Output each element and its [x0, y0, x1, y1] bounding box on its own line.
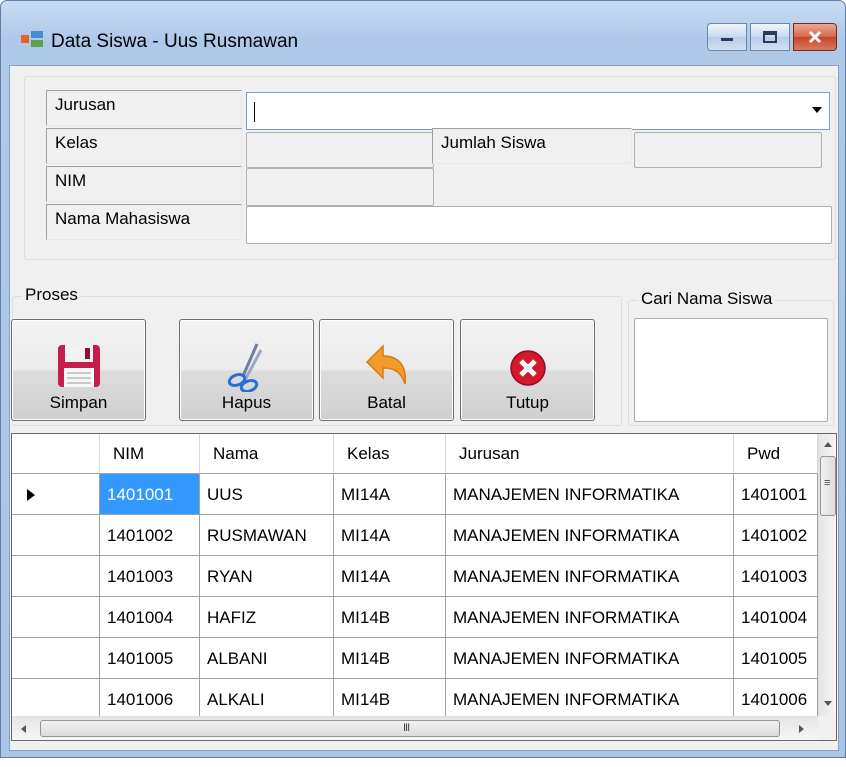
simpan-button[interactable]: Simpan: [11, 319, 146, 421]
cell-nim[interactable]: 1401001: [100, 474, 200, 515]
column-header-kelas[interactable]: Kelas: [334, 434, 446, 474]
table-row[interactable]: 1401002 RUSMAWAN MI14A MANAJEMEN INFORMA…: [12, 515, 818, 556]
cari-nama-input[interactable]: [634, 318, 828, 422]
cell-nim[interactable]: 1401003: [100, 556, 200, 597]
horizontal-grip-icon: III: [403, 722, 410, 734]
close-icon: [808, 30, 822, 44]
cell-nama[interactable]: RYAN: [200, 556, 334, 597]
grid-corner-header: [12, 434, 100, 474]
horizontal-scrollbar[interactable]: III: [12, 716, 818, 740]
scroll-down-icon[interactable]: [823, 700, 833, 708]
app-icon: [21, 31, 43, 47]
row-pointer-icon: [27, 489, 35, 501]
undo-arrow-icon: [365, 344, 406, 385]
row-header[interactable]: [12, 474, 100, 515]
scroll-right-icon[interactable]: [798, 724, 806, 734]
row-header[interactable]: [12, 679, 100, 720]
column-header-nama[interactable]: Nama: [200, 434, 334, 474]
cell-kelas[interactable]: MI14A: [334, 515, 446, 556]
proses-caption: Proses: [22, 285, 81, 305]
cell-pwd[interactable]: 1401006: [734, 679, 818, 720]
vertical-scroll-thumb[interactable]: ≡: [820, 456, 836, 516]
cell-jurusan[interactable]: MANAJEMEN INFORMATIKA: [446, 556, 734, 597]
maximize-button[interactable]: [750, 23, 790, 51]
jumlah-siswa-label: Jumlah Siswa: [432, 128, 632, 164]
simpan-label: Simpan: [49, 393, 108, 412]
cell-kelas[interactable]: MI14A: [334, 474, 446, 515]
vertical-grip-icon: ≡: [824, 477, 831, 489]
nama-mahasiswa-label: Nama Mahasiswa: [46, 204, 242, 240]
table-row[interactable]: 1401003 RYAN MI14A MANAJEMEN INFORMATIKA…: [12, 556, 818, 597]
cell-nim[interactable]: 1401005: [100, 638, 200, 679]
scroll-left-icon[interactable]: [19, 724, 27, 734]
table-row[interactable]: 1401004 HAFIZ MI14B MANAJEMEN INFORMATIK…: [12, 597, 818, 638]
maximize-icon: [763, 31, 777, 43]
cell-nama[interactable]: UUS: [200, 474, 334, 515]
window-title: Data Siswa - Uus Rusmawan: [51, 31, 299, 52]
nim-field[interactable]: [246, 168, 434, 206]
row-header[interactable]: [12, 597, 100, 638]
cell-pwd[interactable]: 1401002: [734, 515, 818, 556]
cell-nama[interactable]: ALKALI: [200, 679, 334, 720]
cell-kelas[interactable]: MI14B: [334, 597, 446, 638]
column-header-pwd[interactable]: Pwd: [734, 434, 818, 474]
table-row[interactable]: 1401006 ALKALI MI14B MANAJEMEN INFORMATI…: [12, 679, 818, 720]
cell-jurusan[interactable]: MANAJEMEN INFORMATIKA: [446, 679, 734, 720]
save-icon: [57, 345, 100, 387]
cell-pwd[interactable]: 1401005: [734, 638, 818, 679]
horizontal-scroll-thumb[interactable]: III: [40, 720, 780, 737]
cell-kelas[interactable]: MI14A: [334, 556, 446, 597]
hapus-button[interactable]: Hapus: [179, 319, 314, 421]
row-header[interactable]: [12, 638, 100, 679]
vertical-scrollbar[interactable]: ≡: [818, 434, 836, 716]
cell-nim[interactable]: 1401004: [100, 597, 200, 638]
text-caret: [254, 102, 255, 122]
kelas-label: Kelas: [46, 128, 242, 164]
cell-pwd[interactable]: 1401003: [734, 556, 818, 597]
table-row[interactable]: 1401001 UUS MI14A MANAJEMEN INFORMATIKA …: [12, 474, 818, 515]
chevron-down-icon[interactable]: [810, 105, 824, 115]
title-bar[interactable]: Data Siswa - Uus Rusmawan: [1, 1, 845, 65]
nama-mahasiswa-field[interactable]: [246, 206, 832, 244]
data-grid[interactable]: NIM Nama Kelas Jurusan Pwd 1401001 UUS M…: [11, 433, 837, 741]
kelas-field[interactable]: [246, 132, 434, 168]
cell-nama[interactable]: ALBANI: [200, 638, 334, 679]
column-header-nim[interactable]: NIM: [100, 434, 200, 474]
cell-nim[interactable]: 1401002: [100, 515, 200, 556]
cell-jurusan[interactable]: MANAJEMEN INFORMATIKA: [446, 515, 734, 556]
cell-jurusan[interactable]: MANAJEMEN INFORMATIKA: [446, 597, 734, 638]
close-button[interactable]: [793, 23, 837, 51]
grid-header: NIM Nama Kelas Jurusan Pwd: [12, 434, 836, 474]
close-circle-icon: [509, 350, 546, 386]
cell-pwd[interactable]: 1401004: [734, 597, 818, 638]
batal-label: Batal: [367, 393, 406, 412]
cell-jurusan[interactable]: MANAJEMEN INFORMATIKA: [446, 638, 734, 679]
tutup-button[interactable]: Tutup: [460, 319, 595, 421]
row-header[interactable]: [12, 515, 100, 556]
scroll-up-icon[interactable]: [823, 440, 833, 448]
cell-nama[interactable]: RUSMAWAN: [200, 515, 334, 556]
cell-nama[interactable]: HAFIZ: [200, 597, 334, 638]
column-header-jurusan[interactable]: Jurusan: [446, 434, 734, 474]
cell-nim[interactable]: 1401006: [100, 679, 200, 720]
jumlah-siswa-field[interactable]: [634, 132, 822, 168]
scrollbar-corner: [818, 716, 836, 740]
nim-label: NIM: [46, 166, 242, 202]
hapus-label: Hapus: [221, 393, 272, 412]
jurusan-label: Jurusan: [46, 90, 242, 126]
jurusan-combobox[interactable]: [246, 92, 830, 130]
cari-caption: Cari Nama Siswa: [638, 289, 776, 309]
cell-jurusan[interactable]: MANAJEMEN INFORMATIKA: [446, 474, 734, 515]
cell-kelas[interactable]: MI14B: [334, 679, 446, 720]
table-row[interactable]: 1401005 ALBANI MI14B MANAJEMEN INFORMATI…: [12, 638, 818, 679]
minimize-icon: [721, 38, 733, 41]
batal-button[interactable]: Batal: [319, 319, 454, 421]
cell-kelas[interactable]: MI14B: [334, 638, 446, 679]
tutup-label: Tutup: [506, 393, 549, 412]
scissors-icon: [227, 343, 262, 392]
cell-pwd[interactable]: 1401001: [734, 474, 818, 515]
row-header[interactable]: [12, 556, 100, 597]
main-window: Data Siswa - Uus Rusmawan Jurusan Kelas …: [0, 0, 846, 758]
minimize-button[interactable]: [707, 23, 747, 51]
